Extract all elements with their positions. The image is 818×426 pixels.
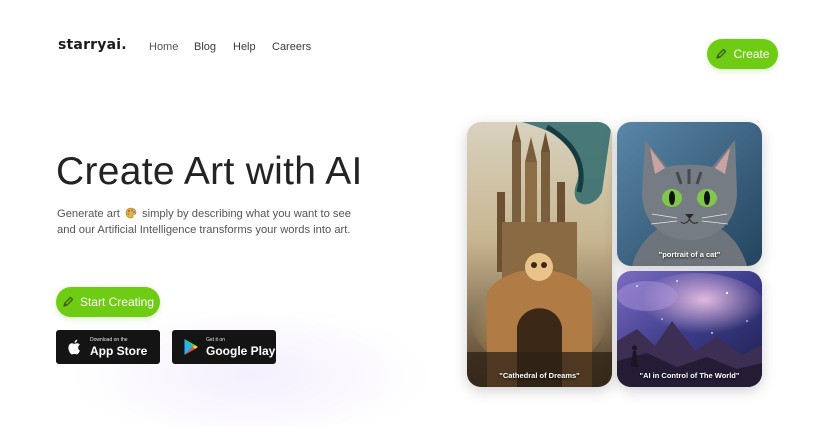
hero-title: Create Art with AI (56, 150, 363, 193)
logo[interactable]: starryai. (58, 37, 127, 53)
nav-careers[interactable]: Careers (272, 41, 311, 53)
nebula-caption: "AI in Control of The World" (639, 371, 740, 380)
desc-text-2: simply by describing what you want to se… (142, 208, 351, 220)
pencil-icon (62, 296, 74, 308)
gallery-card-cathedral[interactable]: "Cathedral of Dreams" (467, 122, 612, 387)
desc-text-3: and our Artificial Intelligence transfor… (57, 224, 351, 236)
cathedral-caption: "Cathedral of Dreams" (499, 371, 580, 380)
cat-caption: "portrait of a cat" (658, 250, 721, 259)
artist-palette-emoji (125, 207, 137, 219)
google-play-icon (183, 338, 199, 356)
create-button-label: Create (733, 47, 770, 61)
google-play-small-text: Get it on (206, 336, 225, 343)
app-store-button[interactable]: Download on the App Store (56, 330, 160, 364)
gallery-card-cat[interactable]: "portrait of a cat" (617, 122, 762, 266)
create-button[interactable]: Create (707, 39, 778, 69)
app-store-small-text: Download on the (90, 336, 128, 343)
apple-icon (67, 338, 83, 356)
start-creating-label: Start Creating (79, 295, 155, 309)
google-play-big-text: Google Play (206, 343, 276, 358)
gallery-card-nebula[interactable]: "AI in Control of The World" (617, 271, 762, 387)
cathedral-image (467, 122, 612, 387)
app-store-big-text: App Store (90, 343, 148, 358)
nebula-image (617, 271, 762, 387)
start-creating-button[interactable]: Start Creating (56, 287, 160, 317)
hero-description: Generate art simply by describing what y… (57, 206, 387, 238)
cat-image (617, 122, 762, 266)
pencil-icon (715, 48, 727, 60)
nav-home[interactable]: Home (149, 41, 178, 53)
desc-text-1: Generate art (57, 208, 120, 220)
google-play-button[interactable]: Get it on Google Play (172, 330, 276, 364)
nav-help[interactable]: Help (233, 41, 256, 53)
nav-blog[interactable]: Blog (194, 41, 216, 53)
landing-page: starryai. Home Blog Help Careers Create … (0, 0, 818, 426)
